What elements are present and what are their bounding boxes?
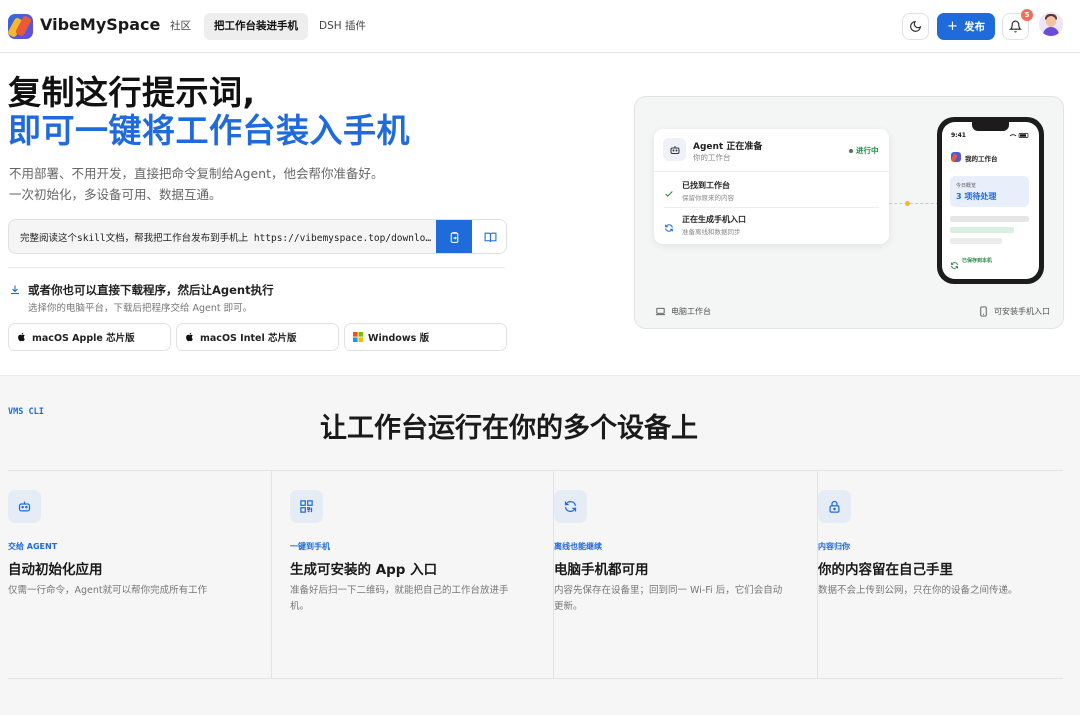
qr-code-icon [290,490,323,523]
bot-icon [663,138,686,161]
features-bottom-border [8,678,1063,679]
hero-subtitle-line1: 不用部署、不用开发，直接把命令复制给Agent，他会帮你准备好。 [9,166,384,181]
brand-name[interactable]: VibeMySpace [40,15,160,34]
agent-subtitle: 你的工作台 [693,153,731,162]
top-nav-bar: VibeMySpace 社区 把工作台装进手机 DSH 插件 + 发布 5 [0,0,1080,53]
placeholder-bar [950,216,1029,222]
user-avatar[interactable] [1039,12,1063,36]
download-subtitle: 选择你的电脑平台，下载后把程序交给 Agent 即可。 [28,303,253,314]
connector-dot [905,201,910,206]
phone-saved-status: 已保存到本机 [962,258,993,264]
hero-subtitle-line2: 一次初始化，多设备可用、数据互通。 [9,187,222,202]
copy-command-button[interactable] [436,220,472,253]
placeholder-bar [950,227,1014,233]
card-divider [654,171,889,172]
refresh-icon [664,218,674,237]
feature-title: 自动初始化应用 [8,562,103,578]
bell-icon [1009,20,1022,33]
refresh-icon [554,490,587,523]
desktop-workspace-text: 电脑工作台 [671,307,711,316]
status-dot-icon [849,149,853,153]
hero-title-line1: 复制这行提示词, [8,73,256,112]
lock-icon [818,490,851,523]
feature-title: 生成可安装的 App 入口 [290,562,438,578]
phone-mockup: 9:41 我的工作台 今日概览 3 项待处理 已保存到本机 [937,117,1044,284]
feature-card: 一键到手机 生成可安装的 App 入口 准备好后扫一下二维码，就能把自己的工作台… [290,471,554,678]
mobile-entry-text: 可安装手机入口 [994,307,1050,316]
agent-title: Agent 正在准备 [693,142,763,152]
clipboard-copy-icon [450,232,458,243]
open-docs-button[interactable] [472,220,506,253]
step-title: 已找到工作台 [682,181,730,190]
smartphone-icon [980,306,987,317]
desktop-workspace-label: 电脑工作台 [655,306,711,317]
download-macos-apple-button[interactable]: macOS Apple 芯片版 [8,323,171,351]
status-badge: 进行中 [849,145,879,156]
plus-icon: + [947,19,958,34]
section-title: 让工作台运行在你的多个设备上 [320,413,698,444]
phone-app-title: 我的工作台 [965,155,998,163]
laptop-icon [655,307,666,316]
phone-notch [972,122,1009,131]
sync-icon [950,255,959,274]
hero-title-line2: 即可一键将工作台装入手机 [8,111,410,150]
publish-button[interactable]: + 发布 [937,13,995,40]
feature-title: 你的内容留在自己手里 [818,562,953,578]
placeholder-bar [950,238,1002,244]
tab-dsh-plugin[interactable]: DSH 插件 [309,13,376,40]
feature-description: 内容先保存在设备里；回到同一 Wi-Fi 后，它们会自动更新。 [554,585,783,612]
moon-icon [910,20,922,32]
status-label: 进行中 [856,146,879,155]
step-subtitle: 准备离线和数据同步 [682,228,741,236]
tab-workspace-to-phone[interactable]: 把工作台装进手机 [204,13,308,40]
download-windows-label: Windows 版 [368,333,430,344]
connector-line [889,203,939,204]
phone-status-icons [1009,133,1029,138]
agent-status-card: Agent 正在准备 你的工作台 进行中 已找到工作台 保留你原来的内容 正在生… [654,129,889,244]
download-title: 或者你也可以直接下载程序，然后让Agent执行 [28,283,274,297]
phone-overview-card: 今日概览 3 项待处理 [950,176,1029,207]
feature-tag: 离线也能继续 [554,542,602,551]
apple-icon [186,332,193,342]
download-windows-button[interactable]: Windows 版 [344,323,507,351]
phone-screen: 9:41 我的工作台 今日概览 3 项待处理 已保存到本机 [942,122,1039,279]
mobile-entry-label: 可安装手机入口 [978,306,1050,317]
step-title: 正在生成手机入口 [682,215,746,224]
card-divider [664,207,879,208]
prompt-command-text[interactable]: 完整阅读这个skill文档，帮我把工作台发布到手机上 https://vibem… [20,230,436,244]
section-divider [8,267,505,268]
feature-description: 准备好后扫一下二维码，就能把自己的工作台放进手机。 [290,585,509,612]
book-icon [484,232,496,242]
overview-value: 3 项待处理 [956,192,997,201]
bot-icon [8,490,41,523]
check-icon [664,184,674,203]
workspace-preview-panel: Agent 正在准备 你的工作台 进行中 已找到工作台 保留你原来的内容 正在生… [634,96,1064,329]
publish-label: 发布 [963,21,985,33]
feature-title: 电脑手机都可用 [554,562,649,578]
feature-tag: 内容归你 [818,542,850,551]
download-macos-apple-label: macOS Apple 芯片版 [32,333,135,344]
notification-count-badge: 5 [1021,9,1033,21]
phone-time: 9:41 [951,132,966,139]
theme-toggle-button[interactable] [902,13,929,40]
tab-community[interactable]: 社区 [160,13,201,40]
download-icon [9,281,21,300]
feature-card: 离线也能继续 电脑手机都可用 内容先保存在设备里；回到同一 Wi-Fi 后，它们… [554,471,818,678]
windows-icon [353,332,363,342]
features-section: VMS CLI 让工作台运行在你的多个设备上 交给 AGENT 自动初始化应用 … [0,375,1080,715]
feature-description: 仅需一行命令，Agent就可以帮你完成所有工作 [8,585,208,596]
vibemyspace-logo-icon[interactable] [8,14,33,39]
prompt-command-box: 完整阅读这个skill文档，帮我把工作台发布到手机上 https://vibem… [8,219,507,254]
step-subtitle: 保留你原来的内容 [682,194,734,202]
apple-icon [18,332,25,342]
download-macos-intel-button[interactable]: macOS Intel 芯片版 [176,323,339,351]
download-macos-intel-label: macOS Intel 芯片版 [200,333,297,344]
feature-card: 内容归你 你的内容留在自己手里 数据不会上传到公网，只在你的设备之间传递。 [818,471,1063,678]
feature-tag: 交给 AGENT [8,542,58,551]
feature-description: 数据不会上传到公网，只在你的设备之间传递。 [818,585,1018,596]
feature-tag: 一键到手机 [290,542,330,551]
app-logo-icon [951,152,961,162]
feature-card: 交给 AGENT 自动初始化应用 仅需一行命令，Agent就可以帮你完成所有工作 [8,471,272,678]
overview-label: 今日概览 [956,183,977,189]
